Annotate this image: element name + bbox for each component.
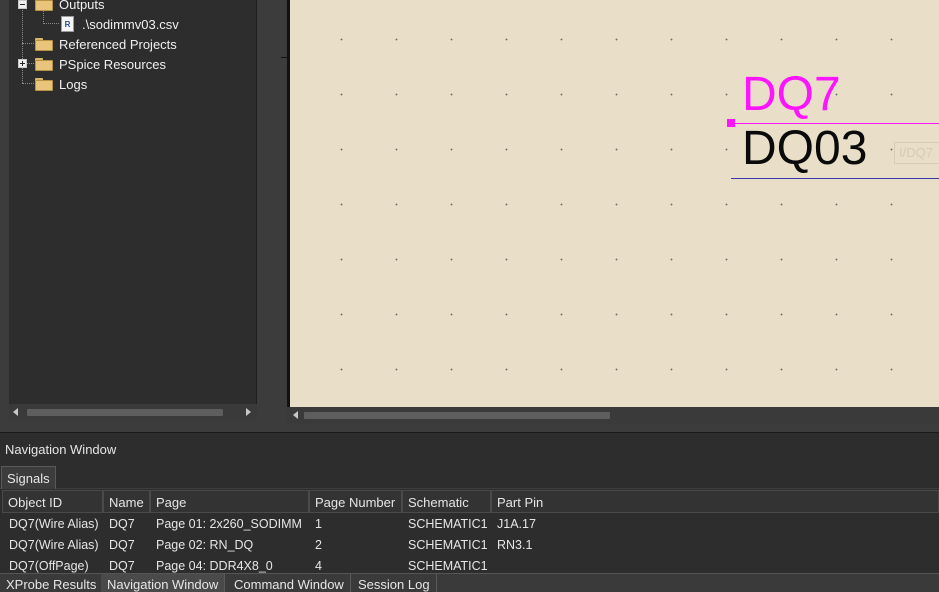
bottom-panel-tabs: XProbe Results Navigation Window Command… — [0, 573, 939, 592]
project-manager-panel: Outputs R .\sodimmv03.csv Referenced Pro… — [0, 0, 267, 432]
tab-signals[interactable]: Signals — [1, 466, 56, 489]
scroll-right-arrow-icon[interactable] — [246, 408, 251, 416]
tree-connector — [22, 8, 23, 83]
cell-page-number: 4 — [315, 559, 322, 573]
column-header-schematic[interactable]: Schematic — [402, 490, 491, 513]
folder-icon — [35, 37, 53, 51]
scroll-left-arrow-icon[interactable] — [293, 411, 298, 419]
tree-item-label: Outputs — [59, 0, 105, 12]
table-row[interactable]: DQ7(Wire Alias) DQ7 Page 02: RN_DQ 2 SCH… — [0, 535, 939, 556]
canvas-horizontal-scrollbar[interactable] — [287, 407, 939, 424]
tab-session-log[interactable]: Session Log — [352, 574, 437, 592]
cell-name: DQ7 — [109, 538, 135, 552]
cell-page: Page 01: 2x260_SODIMM — [156, 517, 302, 531]
cell-schematic: SCHEMATIC1 — [408, 559, 488, 573]
cell-page: Page 02: RN_DQ — [156, 538, 254, 552]
schematic-canvas[interactable] — [287, 0, 939, 407]
column-header-object-id[interactable]: Object ID — [2, 490, 103, 513]
tab-xprobe-results[interactable]: XProbe Results — [0, 574, 104, 592]
scrollbar-thumb[interactable] — [27, 409, 223, 416]
net-alias-label[interactable]: DQ7 — [742, 68, 841, 122]
net-wire[interactable] — [731, 178, 939, 179]
report-file-icon: R — [61, 16, 74, 32]
folder-icon — [35, 57, 53, 71]
cell-schematic: SCHEMATIC1 — [408, 538, 488, 552]
collapse-outputs-toggle[interactable] — [18, 0, 27, 9]
tree-item-sodimm-csv[interactable]: R .\sodimmv03.csv — [61, 14, 179, 34]
tab-navigation-window[interactable]: Navigation Window — [101, 574, 226, 592]
tree-item-label: PSpice Resources — [59, 56, 166, 72]
cell-page-number: 2 — [315, 538, 322, 552]
cell-name: DQ7 — [109, 517, 135, 531]
tree-item-label: Logs — [59, 76, 88, 92]
panel-title: Navigation Window — [5, 442, 117, 457]
navigation-tab-bar: Signals — [0, 464, 939, 489]
column-header-part-pin[interactable]: Part Pin — [491, 490, 939, 513]
tab-command-window[interactable]: Command Window — [228, 574, 351, 592]
signals-table: Object ID Name Page Page Number Schemati… — [0, 489, 939, 573]
cell-object-id: DQ7(Wire Alias) — [9, 538, 99, 552]
tree-item-outputs[interactable]: Outputs — [35, 0, 105, 14]
schematic-editor-frame — [267, 0, 939, 432]
table-row[interactable]: DQ7(Wire Alias) DQ7 Page 01: 2x260_SODIM… — [0, 514, 939, 535]
tree-item-pspice-resources[interactable]: PSpice Resources — [35, 54, 166, 74]
cell-part-pin: RN3.1 — [497, 538, 533, 552]
tree-connector — [43, 23, 59, 24]
project-tree: Outputs R .\sodimmv03.csv Referenced Pro… — [9, 0, 257, 404]
tree-connector — [22, 83, 36, 84]
tree-connector — [22, 43, 36, 44]
table-row[interactable]: DQ7(OffPage) DQ7 Page 04: DDR4X8_0 4 SCH… — [0, 556, 939, 573]
cell-page: Page 04: DDR4X8_0 — [156, 559, 273, 573]
tree-item-label: .\sodimmv03.csv — [82, 16, 179, 32]
column-header-page[interactable]: Page — [150, 490, 309, 513]
cell-name: DQ7 — [109, 559, 135, 573]
wire-endpoint-marker[interactable] — [727, 119, 735, 127]
cell-part-pin: J1A.17 — [497, 517, 536, 531]
cell-schematic: SCHEMATIC1 — [408, 517, 488, 531]
folder-icon — [35, 0, 53, 11]
offpage-reference-ghost: I/DQ7 — [894, 142, 939, 164]
scroll-left-arrow-icon[interactable] — [13, 408, 18, 416]
scrollbar-thumb[interactable] — [304, 412, 610, 419]
tree-item-referenced-projects[interactable]: Referenced Projects — [35, 34, 177, 54]
tree-item-label: Referenced Projects — [59, 36, 177, 52]
navigation-window-header: Navigation Window — [0, 432, 939, 464]
column-header-page-number[interactable]: Page Number — [309, 490, 402, 513]
column-header-name[interactable]: Name — [103, 490, 150, 513]
folder-icon — [35, 77, 53, 91]
expand-pspice-resources-toggle[interactable] — [18, 59, 27, 68]
cell-page-number: 1 — [315, 517, 322, 531]
cell-object-id: DQ7(Wire Alias) — [9, 517, 99, 531]
tree-horizontal-scrollbar[interactable] — [9, 404, 257, 421]
net-name-label[interactable]: DQ03 — [742, 122, 867, 176]
tree-item-logs[interactable]: Logs — [35, 74, 87, 94]
cell-object-id: DQ7(OffPage) — [9, 559, 89, 573]
page-border-line — [287, 0, 290, 407]
